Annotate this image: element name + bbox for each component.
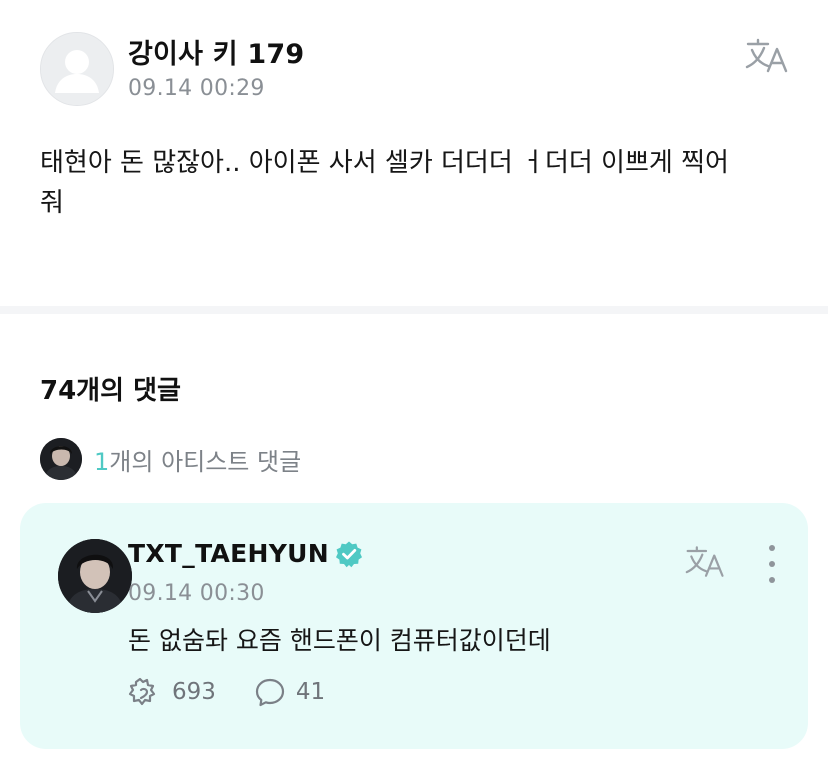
artist-comment-summary[interactable]: 1개의 아티스트 댓글 — [40, 436, 301, 482]
artist-comment-count: 1 — [94, 447, 110, 476]
section-divider — [0, 306, 828, 314]
more-options-icon[interactable] — [764, 545, 780, 583]
post-timestamp: 09.14 00:29 — [128, 76, 265, 101]
artist-comment-card: TXT_TAEHYUN 09.14 00:30 돈 없숨돠 요즘 핸드폰이 컴퓨… — [20, 503, 808, 749]
comment-actions: 693 41 — [128, 676, 325, 708]
artist-avatar[interactable] — [58, 539, 132, 613]
speech-bubble-icon — [255, 678, 285, 707]
artist-comment-author[interactable]: TXT_TAEHYUN — [128, 539, 363, 568]
artist-avatar-small — [40, 438, 82, 480]
comment-count-heading: 74개의 댓글 — [40, 376, 181, 406]
post-body-text: 태현아 돈 많잖아.. 아이폰 사서 셀카 더더더 ㅓ더더 이쁘게 찍어 줘 — [40, 148, 729, 218]
artist-comment-label: 개의 아티스트 댓글 — [109, 447, 302, 476]
verified-badge-icon — [335, 541, 362, 567]
translate-icon[interactable] — [744, 36, 792, 76]
artist-name: TXT_TAEHYUN — [128, 539, 329, 568]
translate-icon[interactable] — [684, 543, 728, 581]
post-author-avatar[interactable] — [40, 32, 114, 106]
artist-comment-timestamp: 09.14 00:30 — [128, 581, 265, 606]
like-button[interactable]: 693 — [128, 676, 216, 708]
reply-count: 41 — [295, 679, 326, 705]
like-icon — [128, 677, 156, 706]
default-user-icon — [41, 33, 113, 105]
reply-button[interactable]: 41 — [254, 676, 325, 708]
like-count: 693 — [172, 679, 216, 705]
post-author-name[interactable]: 강이사 키 179 — [128, 32, 304, 71]
artist-comment-text: 돈 없숨돠 요즘 핸드폰이 컴퓨터값이던데 — [128, 626, 551, 655]
